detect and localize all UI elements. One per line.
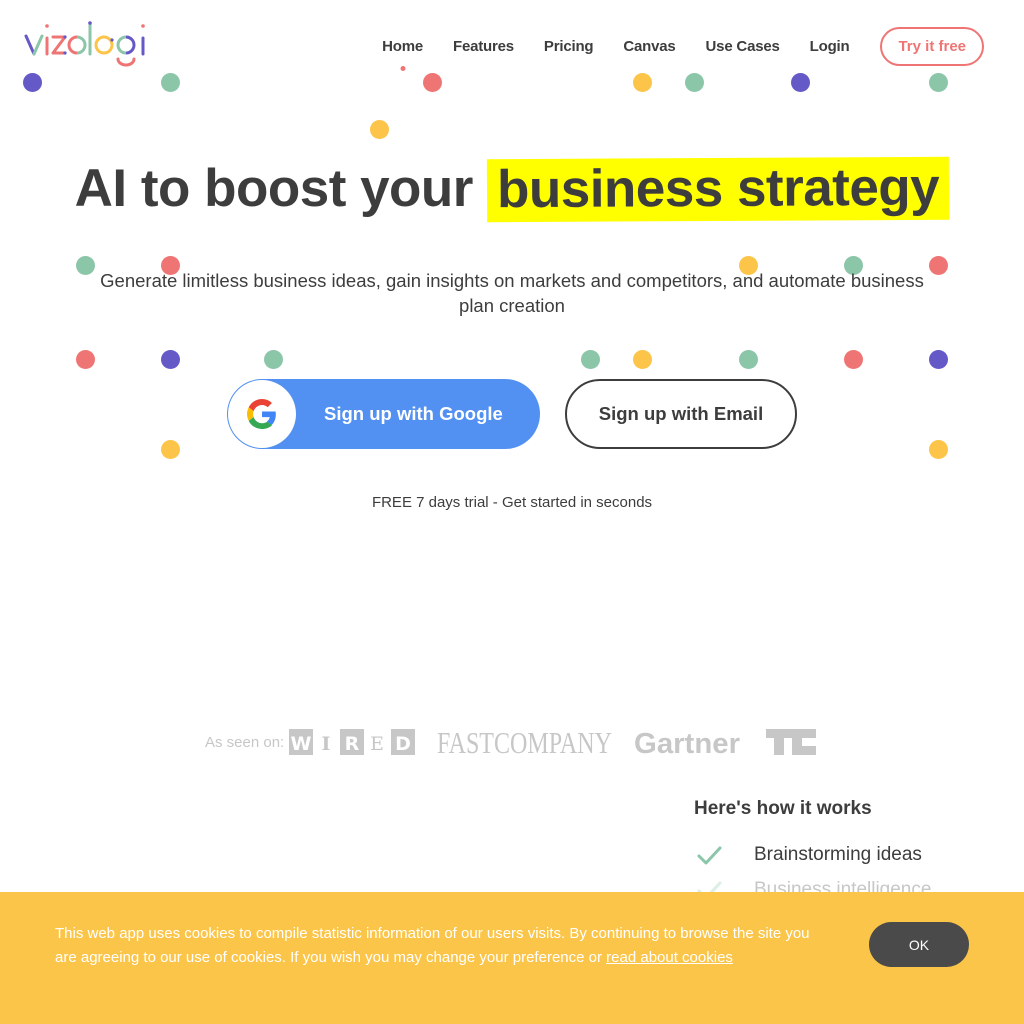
google-button-label: Sign up with Google [324,403,503,424]
svg-text:D: D [395,733,411,755]
dot [929,256,948,275]
svg-text:E: E [370,733,384,755]
nav-home[interactable]: Home [382,38,423,55]
nav-login[interactable]: Login [810,38,850,55]
how-it-works-item: Brainstorming ideas [694,842,922,868]
dot [685,73,704,92]
gartner-logo: Gartner [634,727,744,757]
wired-logo: W I R E D [289,728,416,756]
nav-use-cases[interactable]: Use Cases [706,38,780,55]
sign-up-google-button[interactable]: Sign up with Google [227,379,540,449]
dot [264,350,283,369]
svg-text:FASTCOMPANY: FASTCOMPANY [437,727,612,757]
svg-text:R: R [345,733,360,755]
hero-title-prefix: AI to boost your [74,159,474,218]
main-nav: Home Features Pricing Canvas Use Cases L… [382,26,984,66]
dot [161,440,180,459]
as-seen-on-label: As seen on: [205,733,285,751]
read-about-cookies-link[interactable]: read about cookies [606,949,733,966]
hero-subtitle: Generate limitless business ideas, gain … [100,270,924,316]
svg-text:I: I [322,733,331,755]
dot [76,350,95,369]
hero-title: AI to boost your business strategy [0,156,1024,223]
dot [844,350,863,369]
dot [929,73,948,92]
as-seen-on: As seen on: W I R E D FASTCOMPANY Gartne… [205,725,838,759]
try-it-free-button[interactable]: Try it free [880,26,984,66]
hero-title-highlight: business strategy [487,156,950,223]
cookie-ok-button[interactable]: OK [869,922,969,967]
dot [581,350,600,369]
dot [76,256,95,275]
nav-features[interactable]: Features [453,38,514,55]
cookie-banner-text: This web app uses cookies to compile sta… [55,922,825,970]
check-icon [697,846,722,865]
dot [929,350,948,369]
techcrunch-logo [766,728,817,756]
dot [633,73,652,92]
nav-canvas[interactable]: Canvas [623,38,675,55]
dot [23,73,42,92]
sign-up-email-button[interactable]: Sign up with Email [565,379,797,449]
how-it-works-item-label: Brainstorming ideas [754,844,922,865]
dot [929,440,948,459]
dot [161,73,180,92]
how-it-works-title: Here's how it works [694,798,872,819]
dot [739,350,758,369]
dot [161,350,180,369]
google-icon-container [228,380,296,448]
svg-text:W: W [291,733,312,755]
dot [791,73,810,92]
trial-note: FREE 7 days trial - Get started in secon… [371,494,653,511]
google-g-icon [247,399,276,429]
vizologi-logo[interactable] [24,20,148,70]
fast-company-logo: FASTCOMPANY [437,727,612,757]
dot [633,350,652,369]
nav-pricing[interactable]: Pricing [544,38,594,55]
dot [370,120,389,139]
svg-text:Gartner: Gartner [634,728,740,757]
dot [423,73,442,92]
